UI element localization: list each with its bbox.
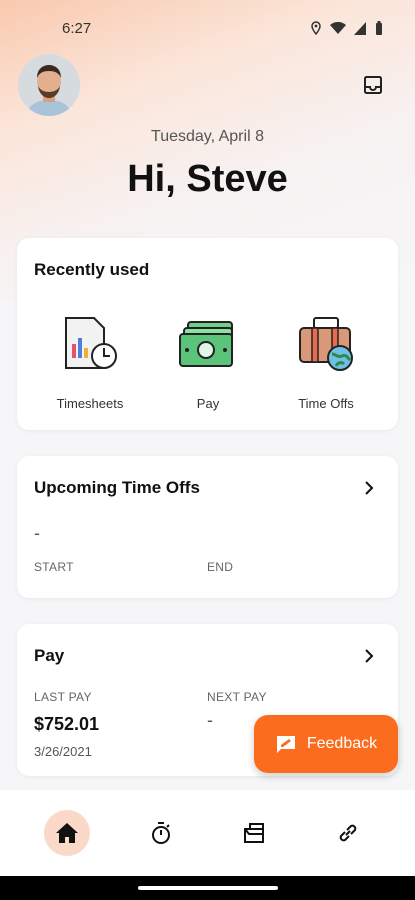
next-pay-value: - bbox=[207, 710, 213, 730]
pay-title: Pay bbox=[34, 646, 65, 665]
bottom-navigation bbox=[0, 790, 415, 876]
home-indicator[interactable] bbox=[137, 886, 278, 890]
nav-timesheets[interactable] bbox=[138, 810, 184, 856]
location-icon bbox=[311, 21, 321, 35]
stopwatch-icon bbox=[151, 822, 170, 844]
shortcut-time-offs[interactable]: Time Offs bbox=[271, 314, 381, 411]
start-label: START bbox=[34, 560, 74, 574]
timesheets-icon bbox=[65, 317, 117, 369]
last-pay-amount: $752.01 bbox=[34, 714, 100, 734]
status-bar: 6:27 bbox=[0, 0, 415, 56]
system-navigation-bar bbox=[0, 876, 415, 900]
link-icon bbox=[339, 824, 357, 842]
folder-icon bbox=[244, 823, 265, 843]
feedback-label: Feedback bbox=[306, 735, 378, 752]
shortcut-timesheets[interactable]: Timesheets bbox=[35, 314, 145, 411]
end-label: END bbox=[207, 560, 234, 574]
nav-home[interactable] bbox=[43, 810, 90, 856]
suitcase-globe-icon bbox=[299, 317, 353, 371]
inbox-icon bbox=[364, 76, 382, 94]
nav-links[interactable] bbox=[325, 810, 371, 856]
signal-icon bbox=[354, 21, 366, 35]
avatar[interactable] bbox=[18, 54, 80, 116]
recently-used-title: Recently used bbox=[34, 260, 150, 279]
feedback-button[interactable]: Feedback bbox=[254, 715, 398, 773]
money-icon bbox=[179, 321, 233, 367]
next-pay-label: NEXT PAY bbox=[207, 690, 267, 704]
time-offs-value: - bbox=[34, 523, 40, 543]
shortcut-pay-label: Pay bbox=[196, 396, 220, 411]
last-pay-label: LAST PAY bbox=[34, 690, 92, 704]
shortcut-pay[interactable]: Pay bbox=[153, 314, 263, 411]
avatar-image bbox=[18, 54, 80, 116]
upcoming-time-offs-card[interactable]: Upcoming Time Offs - START END bbox=[17, 456, 398, 598]
greeting: Hi, Steve bbox=[127, 158, 288, 200]
recently-used-card: Recently used Timesheets Pay Time Offs bbox=[17, 238, 398, 430]
home-icon bbox=[55, 823, 78, 843]
chevron-right-icon bbox=[365, 481, 374, 495]
last-pay-date: 3/26/2021 bbox=[34, 744, 92, 759]
chevron-right-icon bbox=[365, 649, 374, 663]
status-icons bbox=[310, 21, 383, 35]
status-time: 6:27 bbox=[62, 19, 92, 37]
shortcut-timesheets-label: Timesheets bbox=[56, 396, 124, 411]
nav-documents[interactable] bbox=[231, 810, 277, 856]
wifi-icon bbox=[330, 21, 346, 34]
current-date: Tuesday, April 8 bbox=[151, 128, 264, 145]
battery-icon bbox=[376, 21, 382, 35]
upcoming-time-offs-title: Upcoming Time Offs bbox=[34, 478, 200, 497]
inbox-button[interactable] bbox=[360, 72, 386, 98]
shortcut-time-offs-label: Time Offs bbox=[298, 396, 354, 411]
feedback-icon bbox=[276, 736, 295, 753]
